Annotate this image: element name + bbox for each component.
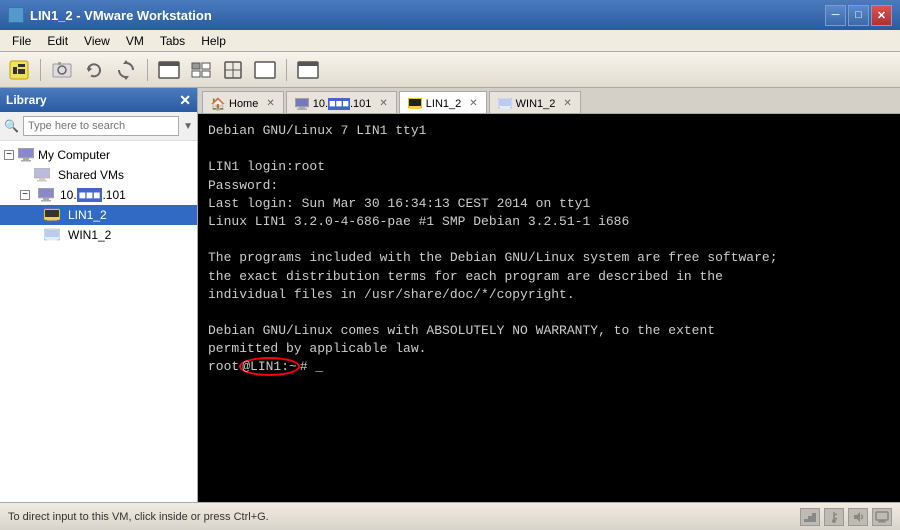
view-btn-2[interactable] xyxy=(186,56,216,84)
title-bar: LIN1_2 - VMware Workstation ─ □ ✕ xyxy=(0,0,900,30)
sep-2 xyxy=(147,59,148,81)
tab-host-label: 10.■■■.101 xyxy=(313,98,372,110)
sidebar-header: Library ✕ xyxy=(0,88,197,112)
shared-vms-label: Shared VMs xyxy=(58,168,124,182)
search-icon: 🔍 xyxy=(4,119,19,133)
host-label: 10.■■■.101 xyxy=(60,188,126,202)
snapshot-button[interactable] xyxy=(47,56,77,84)
main-content: Library ✕ 🔍 ▼ − My Computer xyxy=(0,88,900,502)
usb-status-icon[interactable] xyxy=(824,508,844,526)
vm-display[interactable]: Debian GNU/Linux 7 LIN1 tty1 LIN1 login:… xyxy=(198,114,900,502)
search-box: 🔍 ▼ xyxy=(0,112,197,141)
minimize-button[interactable]: ─ xyxy=(825,5,846,26)
tree-item-win1-2[interactable]: WIN1_2 xyxy=(0,225,197,245)
network-status-icon[interactable] xyxy=(800,508,820,526)
sep-3 xyxy=(286,59,287,81)
lin1-vm-icon xyxy=(44,207,60,223)
tab-home-label: Home xyxy=(229,98,258,110)
tab-win1-2-close[interactable]: ✕ xyxy=(563,98,571,109)
win1-tab-icon xyxy=(498,97,512,111)
sidebar-title: Library xyxy=(6,93,47,107)
tab-home[interactable]: 🏠 Home ✕ xyxy=(202,91,284,113)
audio-status-icon[interactable] xyxy=(848,508,868,526)
view-btn-3[interactable] xyxy=(218,56,248,84)
host-tab-icon xyxy=(295,97,309,111)
display-status-icon[interactable] xyxy=(872,508,892,526)
tab-host-close[interactable]: ✕ xyxy=(379,98,387,109)
view-btn-1[interactable] xyxy=(154,56,184,84)
right-panel: 🏠 Home ✕ 10.■■■.101 ✕ xyxy=(198,88,900,502)
lin1-2-label: LIN1_2 xyxy=(68,208,107,222)
expand-my-computer[interactable]: − xyxy=(4,150,14,160)
search-input[interactable] xyxy=(23,116,179,136)
toolbar xyxy=(0,52,900,88)
my-computer-label: My Computer xyxy=(38,148,110,162)
menu-edit[interactable]: Edit xyxy=(39,32,76,50)
tree-item-my-computer[interactable]: − My Computer xyxy=(0,145,197,165)
tab-home-close[interactable]: ✕ xyxy=(266,98,274,109)
sidebar: Library ✕ 🔍 ▼ − My Computer xyxy=(0,88,198,502)
home-tab-icon: 🏠 xyxy=(211,97,225,111)
close-button[interactable]: ✕ xyxy=(871,5,892,26)
terminal-output[interactable]: Debian GNU/Linux 7 LIN1 tty1 LIN1 login:… xyxy=(198,114,900,502)
tab-lin1-2-label: LIN1_2 xyxy=(426,98,461,110)
status-icons xyxy=(800,508,892,526)
power-button[interactable] xyxy=(4,56,34,84)
view-btn-4[interactable] xyxy=(250,56,280,84)
menu-bar: File Edit View VM Tabs Help xyxy=(0,30,900,52)
computer-icon xyxy=(18,147,34,163)
tab-remote-host[interactable]: 10.■■■.101 ✕ xyxy=(286,91,397,113)
app-icon xyxy=(8,7,24,23)
lin1-tab-icon xyxy=(408,97,422,111)
menu-file[interactable]: File xyxy=(4,32,39,50)
refresh-button[interactable] xyxy=(111,56,141,84)
menu-tabs[interactable]: Tabs xyxy=(152,32,193,50)
menu-view[interactable]: View xyxy=(76,32,118,50)
sep-1 xyxy=(40,59,41,81)
window-title: LIN1_2 - VMware Workstation xyxy=(30,8,212,23)
tree-item-lin1-2[interactable]: LIN1_2 xyxy=(0,205,197,225)
status-bar: To direct input to this VM, click inside… xyxy=(0,502,900,530)
tab-win1-2-label: WIN1_2 xyxy=(516,98,556,110)
tree-item-host[interactable]: − 10.■■■.101 xyxy=(0,185,197,205)
shared-vms-icon xyxy=(34,167,50,183)
tab-bar: 🏠 Home ✕ 10.■■■.101 ✕ xyxy=(198,88,900,114)
menu-help[interactable]: Help xyxy=(193,32,234,50)
expand-host[interactable]: − xyxy=(20,190,30,200)
menu-vm[interactable]: VM xyxy=(118,32,152,50)
tab-lin1-2[interactable]: LIN1_2 ✕ xyxy=(399,91,487,113)
status-text: To direct input to this VM, click inside… xyxy=(8,511,269,523)
win1-vm-icon xyxy=(44,227,60,243)
host-computer-icon xyxy=(38,187,54,203)
send-ctrl-alt-del-button[interactable] xyxy=(293,56,323,84)
library-tree: − My Computer xyxy=(0,141,197,502)
title-bar-left: LIN1_2 - VMware Workstation xyxy=(8,7,212,23)
revert-button[interactable] xyxy=(79,56,109,84)
search-dropdown-arrow[interactable]: ▼ xyxy=(183,121,193,132)
maximize-button[interactable]: □ xyxy=(848,5,869,26)
tab-win1-2[interactable]: WIN1_2 ✕ xyxy=(489,91,581,113)
win1-2-label: WIN1_2 xyxy=(68,228,111,242)
tab-lin1-2-close[interactable]: ✕ xyxy=(469,98,477,109)
title-controls: ─ □ ✕ xyxy=(825,5,892,26)
sidebar-close-button[interactable]: ✕ xyxy=(179,93,191,107)
tree-item-shared-vms[interactable]: Shared VMs xyxy=(0,165,197,185)
